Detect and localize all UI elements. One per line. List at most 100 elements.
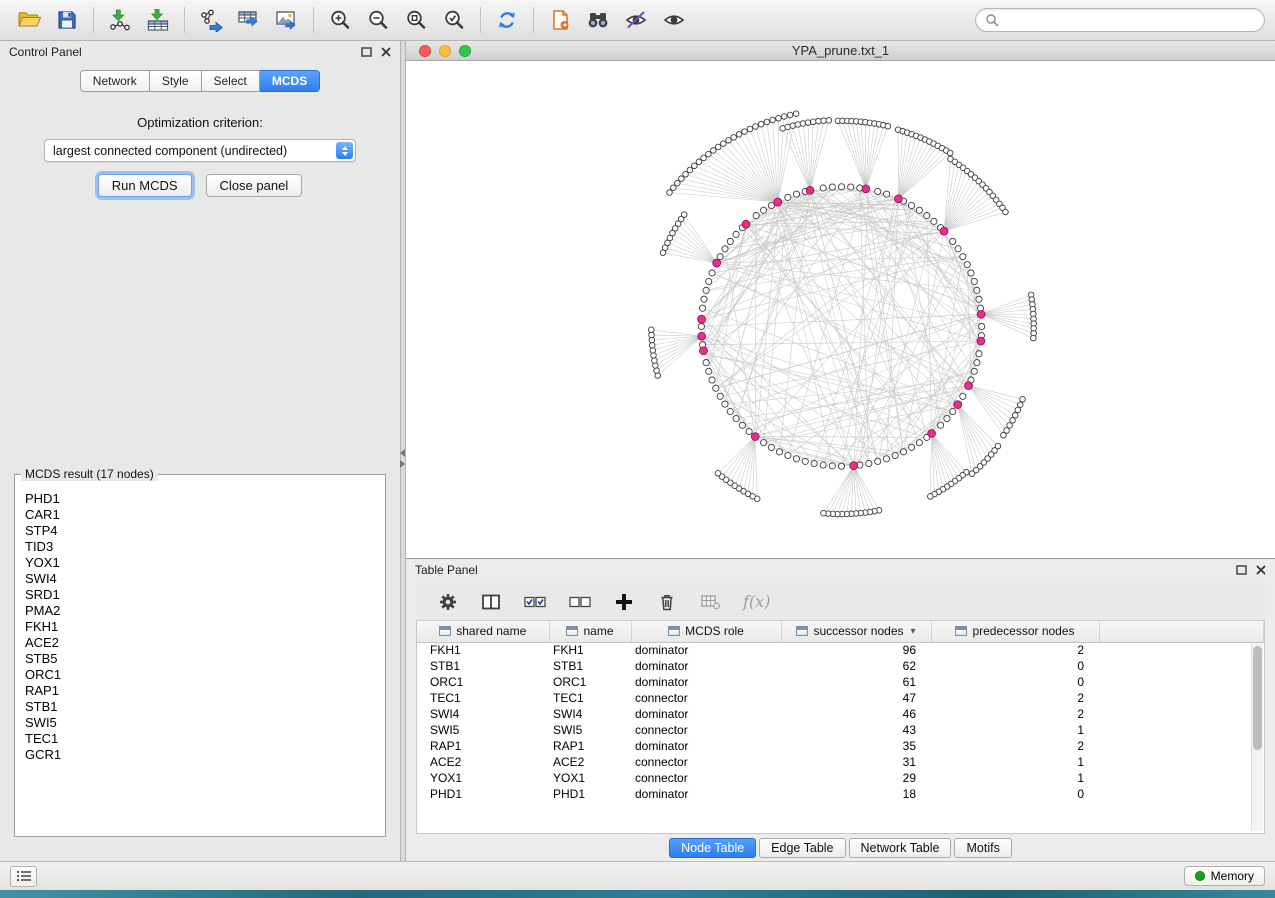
mcds-result-item[interactable]: CAR1 — [25, 507, 383, 523]
zoom-in-button[interactable] — [321, 3, 359, 37]
network-title: YPA_prune.txt_1 — [406, 43, 1275, 58]
float-panel-icon[interactable] — [1236, 565, 1247, 575]
unselect-all-button[interactable] — [567, 585, 593, 619]
show-graphics-button[interactable] — [655, 3, 693, 37]
mcds-result-item[interactable]: SWI4 — [25, 571, 383, 587]
network-canvas[interactable] — [406, 61, 1275, 558]
import-network-button[interactable] — [101, 3, 139, 37]
column-sort-icon[interactable] — [668, 626, 680, 636]
show-console-button[interactable] — [10, 866, 37, 887]
tab-select[interactable]: Select — [202, 70, 260, 92]
select-all-button[interactable] — [522, 585, 548, 619]
table-cell: 61 — [781, 674, 931, 690]
float-panel-icon[interactable] — [361, 47, 372, 57]
mcds-result-item[interactable]: ORC1 — [25, 667, 383, 683]
column-sort-icon[interactable] — [955, 626, 967, 636]
close-panel-icon[interactable] — [381, 47, 391, 57]
column-header-successor-nodes[interactable]: successor nodes▾ — [781, 621, 931, 642]
criterion-select[interactable]: largest connected component (undirected) — [44, 139, 356, 162]
table-settings-button[interactable] — [436, 585, 460, 619]
table-cell — [1099, 674, 1264, 690]
column-header-predecessor-nodes[interactable]: predecessor nodes — [931, 621, 1099, 642]
panel-splitter[interactable] — [400, 41, 406, 861]
close-panel-button[interactable]: Close panel — [206, 174, 303, 197]
table-row[interactable]: ORC1ORC1dominator610 — [417, 674, 1264, 690]
mcds-result-item[interactable]: STB1 — [25, 699, 383, 715]
hide-graphics-button[interactable] — [617, 3, 655, 37]
mcds-result-item[interactable]: SRD1 — [25, 587, 383, 603]
column-header-name[interactable]: name — [549, 621, 631, 642]
export-network-button[interactable] — [192, 3, 230, 37]
delete-column-button[interactable] — [655, 585, 679, 619]
table-row[interactable]: YOX1YOX1connector291 — [417, 770, 1264, 786]
collapse-left-icon[interactable] — [400, 449, 405, 457]
tab-network[interactable]: Network — [80, 70, 150, 92]
mcds-result-item[interactable]: TEC1 — [25, 731, 383, 747]
import-table-button[interactable] — [139, 3, 177, 37]
tab-mcds[interactable]: MCDS — [260, 70, 320, 92]
search-box[interactable] — [975, 8, 1265, 32]
splitter-handle[interactable] — [400, 449, 405, 468]
minimize-window-button[interactable] — [439, 45, 451, 57]
add-column-button[interactable] — [612, 585, 636, 619]
show-columns-button[interactable] — [479, 585, 503, 619]
tab-motifs[interactable]: Motifs — [954, 838, 1011, 858]
tab-style[interactable]: Style — [150, 70, 202, 92]
tab-node-table[interactable]: Node Table — [669, 838, 756, 858]
network-titlebar[interactable]: YPA_prune.txt_1 — [406, 41, 1275, 61]
share-document-button[interactable] — [541, 3, 579, 37]
mcds-result-item[interactable]: RAP1 — [25, 683, 383, 699]
zoom-selected-button[interactable] — [435, 3, 473, 37]
column-sort-icon[interactable] — [566, 626, 578, 636]
column-sort-icon[interactable] — [796, 626, 808, 636]
table-cell — [1099, 706, 1264, 722]
table-scrollbar[interactable] — [1251, 643, 1263, 831]
tab-edge-table[interactable]: Edge Table — [759, 838, 845, 858]
mcds-result-item[interactable]: SWI5 — [25, 715, 383, 731]
memory-button[interactable]: Memory — [1184, 866, 1265, 886]
chevron-down-icon[interactable]: ▾ — [911, 626, 916, 637]
table-row[interactable]: TEC1TEC1connector472 — [417, 690, 1264, 706]
column-sort-icon[interactable] — [439, 626, 451, 636]
table-cell: connector — [631, 770, 781, 786]
find-button[interactable] — [579, 3, 617, 37]
maximize-window-button[interactable] — [459, 45, 471, 57]
export-image-button[interactable] — [268, 3, 306, 37]
table-row[interactable]: PHD1PHD1dominator180 — [417, 786, 1264, 802]
refresh-view-button[interactable] — [488, 3, 526, 37]
mcds-result-item[interactable]: PMA2 — [25, 603, 383, 619]
zoom-fit-button[interactable] — [397, 3, 435, 37]
mcds-result-item[interactable]: PHD1 — [25, 491, 383, 507]
mcds-result-item[interactable]: GCR1 — [25, 747, 383, 763]
table-cell: 2 — [931, 706, 1099, 722]
mcds-result-item[interactable]: TID3 — [25, 539, 383, 555]
mcds-result-item[interactable]: ACE2 — [25, 635, 383, 651]
network-graph[interactable] — [406, 61, 1275, 558]
table-row[interactable]: ACE2ACE2connector311 — [417, 754, 1264, 770]
save-session-button[interactable] — [48, 3, 86, 37]
column-header-mcds-role[interactable]: MCDS role — [631, 621, 781, 642]
close-panel-icon[interactable] — [1256, 565, 1266, 575]
export-table-button[interactable] — [230, 3, 268, 37]
mcds-result-item[interactable]: YOX1 — [25, 555, 383, 571]
zoom-out-button[interactable] — [359, 3, 397, 37]
table-row[interactable]: FKH1FKH1dominator962 — [417, 642, 1264, 658]
scrollbar-thumb[interactable] — [1253, 646, 1262, 750]
table-row[interactable]: STB1STB1dominator620 — [417, 658, 1264, 674]
open-session-button[interactable] — [10, 3, 48, 37]
run-mcds-button[interactable]: Run MCDS — [98, 174, 192, 197]
search-input[interactable] — [1004, 12, 1255, 28]
select-arrows-icon — [336, 142, 353, 159]
close-window-button[interactable] — [419, 45, 431, 57]
table-row[interactable]: SWI4SWI4dominator462 — [417, 706, 1264, 722]
table-cell: SWI5 — [549, 722, 631, 738]
mcds-result-item[interactable]: STP4 — [25, 523, 383, 539]
table-row[interactable]: RAP1RAP1dominator352 — [417, 738, 1264, 754]
tab-network-table[interactable]: Network Table — [849, 838, 952, 858]
column-header-shared-name[interactable]: shared name — [417, 621, 549, 642]
mcds-result-item[interactable]: STB5 — [25, 651, 383, 667]
table-cell: 2 — [931, 642, 1099, 658]
mcds-result-item[interactable]: FKH1 — [25, 619, 383, 635]
expand-right-icon[interactable] — [400, 460, 405, 468]
table-row[interactable]: SWI5SWI5connector431 — [417, 722, 1264, 738]
